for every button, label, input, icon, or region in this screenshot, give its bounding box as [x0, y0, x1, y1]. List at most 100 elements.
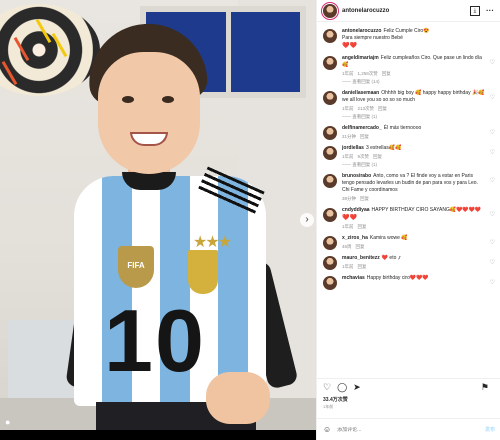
comment: mauro_benitezz ❤️ eto ,r 1年前 回复 ♡	[323, 255, 495, 270]
comment: mchavias Happy birthday ciro❤️❤️❤️ ♡	[323, 275, 495, 290]
comment-likes[interactable]: 1,258次赞	[358, 71, 378, 76]
heart-icon[interactable]: ♡	[490, 94, 495, 101]
post-photo[interactable]: FIFA ★★★ 10 › ●	[0, 0, 316, 440]
avatar[interactable]	[323, 276, 337, 290]
heart-icon[interactable]: ♡	[490, 279, 495, 286]
caption-text-line2: Para siempre nuestro Bebé	[342, 35, 403, 41]
reply-button[interactable]: 回复	[358, 224, 367, 229]
post-time-ago: 1年前	[323, 404, 334, 409]
face	[98, 52, 200, 174]
avatar[interactable]	[323, 126, 337, 140]
avatar[interactable]	[323, 208, 337, 222]
avatar[interactable]	[323, 256, 337, 270]
comment-likes[interactable]: 213次赞	[358, 106, 375, 111]
avatar[interactable]	[323, 146, 337, 160]
comment-text: HAPPY BIRTHDAY CIRO SAYANG🥰❤️❤️❤️❤️	[371, 207, 481, 213]
heart-icon[interactable]: ♡	[490, 211, 495, 218]
comment-time: 38分钟	[342, 196, 357, 201]
crest-stars: ★★★	[193, 234, 232, 251]
comment-text: 3 estrellas🥰🥰	[365, 145, 402, 151]
comment-time: 1年前	[342, 154, 354, 159]
comment-username[interactable]: mauro_benitezz	[342, 255, 380, 261]
heart-icon[interactable]: ♡	[490, 259, 495, 266]
comment-username[interactable]: delfinamercado_	[342, 125, 382, 131]
comment-username[interactable]: mchavias	[342, 275, 365, 281]
fifa-badge: FIFA	[118, 246, 154, 288]
comment-username[interactable]: daniellasemaan	[342, 90, 379, 96]
emoji-icon[interactable]: ☺	[323, 425, 331, 434]
comment-icon[interactable]: ◯	[337, 381, 347, 393]
reply-button[interactable]: 回复	[356, 244, 365, 249]
comment-time: 1年前	[342, 224, 354, 229]
user-tag-icon[interactable]: ●	[5, 417, 15, 427]
heart-icon[interactable]: ♡	[490, 239, 495, 246]
avatar[interactable]	[323, 56, 337, 70]
share-icon[interactable]: ➤	[353, 381, 361, 393]
comment-text: Kamira wowe 🥰	[369, 235, 408, 241]
comment-time: 21分钟	[342, 134, 357, 139]
comment-time: 1年前	[342, 106, 354, 111]
comment-text: Él más tiernoooo	[383, 125, 422, 131]
avatar[interactable]	[323, 236, 337, 250]
comment-text: ❤️ eto ,r	[381, 255, 401, 261]
reply-button[interactable]: 回复	[360, 134, 369, 139]
heart-icon[interactable]: ♡	[490, 177, 495, 184]
comment-text: Happy birthday ciro❤️❤️❤️	[366, 275, 429, 281]
comment-username[interactable]: angeldimariajm	[342, 55, 379, 61]
heart-icon[interactable]: ♡	[490, 129, 495, 136]
post-header: antonelarocuzzo ⤓ ···	[317, 0, 500, 22]
reply-button[interactable]: 回复	[373, 154, 382, 159]
heart-icon[interactable]: ♡	[490, 149, 495, 156]
add-comment-bar: ☺ 发布	[317, 418, 500, 440]
comment-username[interactable]: cndyddiyaa	[342, 207, 370, 213]
post-actions-bar: ♡ ◯ ➤ ⚑	[317, 378, 500, 394]
view-replies-link[interactable]: —— 查看回复 (1)	[342, 162, 486, 168]
post-author-username[interactable]: antonelarocuzzo	[342, 8, 389, 14]
avatar[interactable]	[323, 91, 337, 105]
comment: brunosirabo Anto, como va ? El finde voy …	[323, 173, 495, 202]
bookmark-icon[interactable]: ⚑	[481, 381, 489, 393]
chevron-right-icon[interactable]: ›	[300, 213, 314, 227]
post-side-panel: antonelarocuzzo ⤓ ··· antonelarocuzzo Fel…	[316, 0, 500, 440]
comment-username[interactable]: brunosirabo	[342, 173, 371, 179]
comment: jordiellas 3 estrellas🥰🥰 1年前 9次赞 回复 —— 查看回复…	[323, 145, 495, 168]
shirt-number: 10	[104, 291, 206, 390]
comment-username[interactable]: x_ziros_ha	[342, 235, 368, 241]
comment: delfinamercado_ Él más tiernoooo 21分钟 回复 ♡	[323, 125, 495, 140]
caption-hearts: ❤️❤️	[342, 43, 357, 49]
view-replies-link[interactable]: —— 查看回复 (1)	[342, 114, 486, 120]
view-replies-link[interactable]: —— 查看回复 (14)	[342, 79, 486, 85]
child-figure: FIFA ★★★ 10	[0, 0, 316, 430]
comment: daniellasemaan Ohhhh big boy 🥰 happy happ…	[323, 90, 495, 120]
hand-on-hip	[206, 372, 270, 424]
avatar[interactable]	[323, 174, 337, 188]
comments-list[interactable]: antonelarocuzzo Feliz Cumple Ciro😍 Para s…	[317, 24, 500, 374]
left-eye	[122, 96, 134, 103]
smile	[130, 132, 168, 146]
save-post-icon[interactable]: ⤓	[470, 5, 480, 16]
right-eye	[162, 96, 174, 103]
avatar[interactable]	[323, 29, 337, 43]
reply-button[interactable]: 回复	[378, 106, 387, 111]
reply-button[interactable]: 回复	[358, 264, 367, 269]
caption-text: Feliz Cumple Ciro😍	[383, 28, 430, 34]
comment-hearts: ❤️❤️	[342, 215, 357, 221]
more-options-icon[interactable]: ···	[486, 6, 494, 15]
heart-icon[interactable]: ♡	[490, 59, 495, 66]
comment-time: 1年前	[342, 264, 354, 269]
avatar[interactable]	[323, 3, 337, 18]
comment: angeldimariajm Feliz cumpleaños Ciro. Que…	[323, 55, 495, 85]
comment-likes[interactable]: 9次赞	[358, 154, 370, 159]
reply-button[interactable]: 回复	[382, 71, 391, 76]
afa-crest	[188, 250, 218, 294]
comment: x_ziros_ha Kamira wowe 🥰 46周 回复 ♡	[323, 235, 495, 250]
comment: cndyddiyaa HAPPY BIRTHDAY CIRO SAYANG🥰❤️❤…	[323, 207, 495, 230]
post-comment-button[interactable]: 发布	[485, 426, 495, 433]
heart-icon[interactable]: ♡	[323, 381, 331, 393]
comment-username[interactable]: jordiellas	[342, 145, 364, 151]
comment-input[interactable]	[337, 426, 458, 433]
instagram-post: FIFA ★★★ 10 › ● antonelarocuzzo ⤓ ··· an…	[0, 0, 500, 440]
likes-count[interactable]: 33.4万次赞	[323, 396, 348, 403]
caption-username[interactable]: antonelarocuzzo	[342, 28, 381, 34]
reply-button[interactable]: 回复	[360, 196, 369, 201]
